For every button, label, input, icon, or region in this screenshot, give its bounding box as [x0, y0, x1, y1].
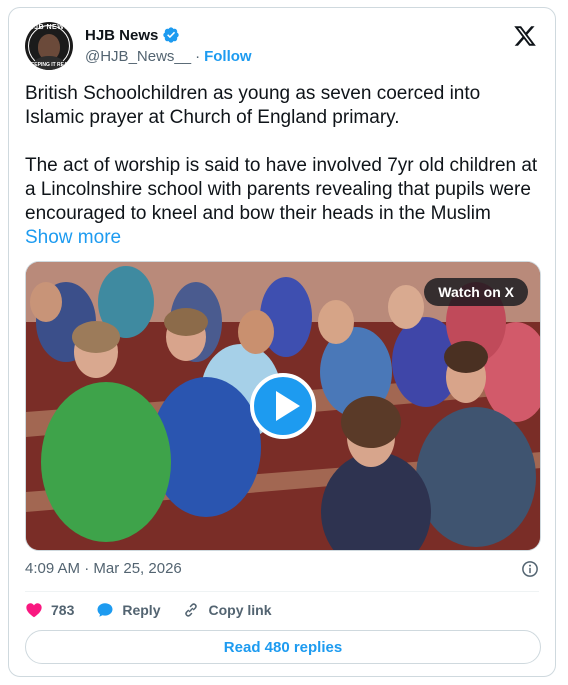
copy-link-button[interactable]: Copy link [182, 601, 272, 619]
handle[interactable]: @HJB_News__ [85, 48, 191, 65]
link-icon [185, 603, 198, 617]
video-thumbnail[interactable]: Watch on X [25, 261, 541, 551]
copy-link-label: Copy link [208, 602, 272, 618]
reply-label: Reply [122, 602, 161, 618]
verified-badge-icon [163, 27, 180, 43]
post-card: HJB NEWS KEEPING IT REAL HJB News @HJB_N… [8, 7, 556, 677]
info-icon[interactable] [521, 560, 539, 578]
show-more-link[interactable]: Show more [25, 227, 121, 248]
play-icon [276, 391, 300, 421]
watch-on-x-button[interactable]: Watch on X [424, 278, 528, 306]
display-name[interactable]: HJB News [85, 27, 158, 44]
post-body: British Schoolchildren as young as seven… [25, 83, 538, 224]
post-text: British Schoolchildren as young as seven… [25, 82, 541, 250]
like-count: 783 [51, 602, 75, 618]
author-handle-row: @HJB_News__ · Follow [85, 48, 252, 65]
x-logo-icon[interactable] [513, 24, 537, 48]
reply-button[interactable]: Reply [96, 601, 160, 619]
avatar-subtext: KEEPING IT REAL [27, 62, 71, 68]
like-button[interactable]: 783 [25, 601, 74, 619]
read-replies-button[interactable]: Read 480 replies [25, 630, 541, 664]
follow-button[interactable]: Follow [204, 48, 252, 65]
avatar[interactable]: HJB NEWS KEEPING IT REAL [25, 22, 73, 70]
post-timestamp[interactable]: 4:09 AM · Mar 25, 2026 [25, 560, 182, 577]
divider [25, 591, 539, 592]
heart-icon [26, 603, 42, 618]
author-name-row: HJB News [85, 25, 180, 45]
avatar-text: HJB NEWS [28, 24, 70, 31]
post-actions: 783 Reply Copy link [25, 598, 294, 622]
play-button[interactable] [250, 373, 316, 439]
separator: · [195, 48, 201, 65]
reply-bubble-icon [97, 603, 113, 617]
